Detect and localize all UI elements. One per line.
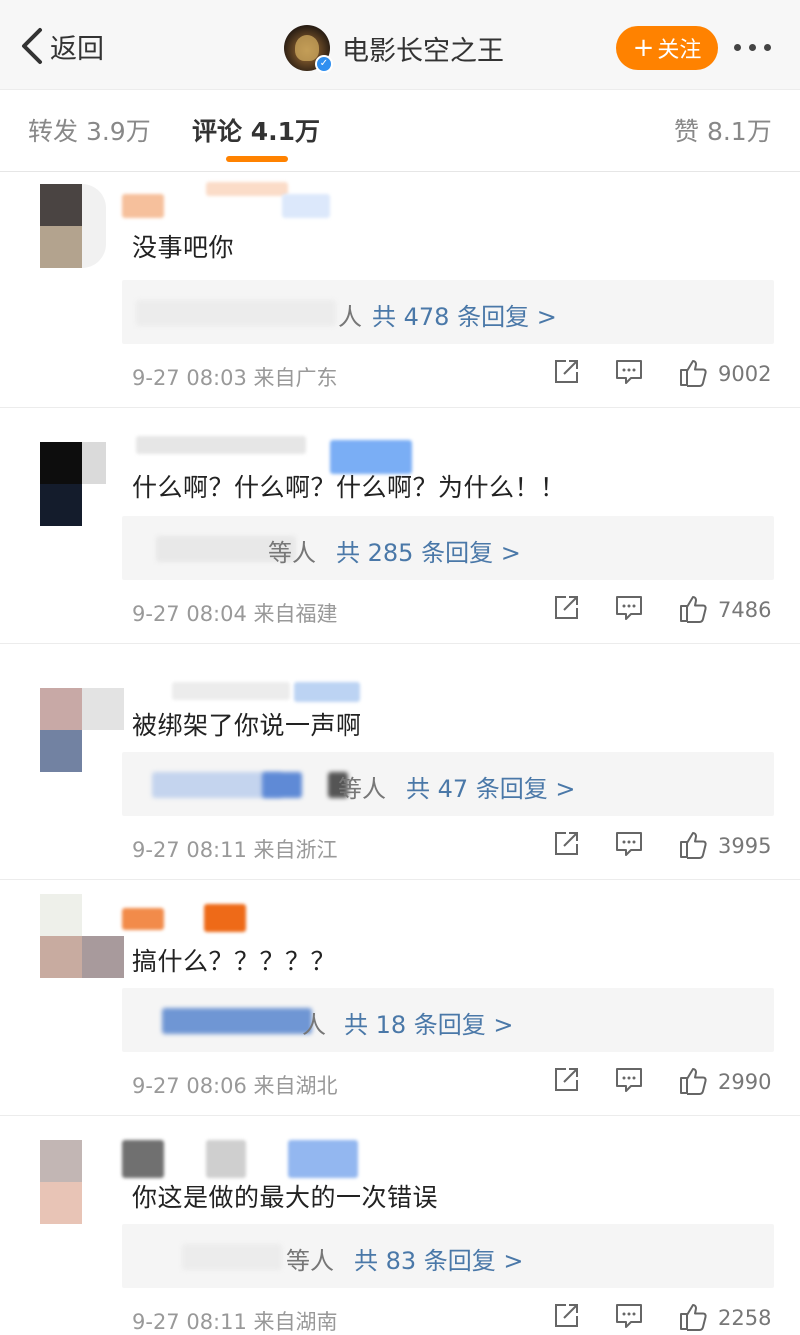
like-icon[interactable]	[678, 594, 708, 624]
reply-summary[interactable]: 等人 共 83 条回复 >	[122, 1224, 774, 1288]
active-tab-indicator	[226, 156, 288, 162]
comment-meta: 9-27 08:06 来自湖北	[132, 1070, 338, 1100]
plus-icon: +	[632, 33, 655, 63]
tab-likes[interactable]: 赞 8.1万	[674, 112, 772, 148]
comment-item: 搞什么？？？？？ 人 共 18 条回复 > 9-27 08:06 来自湖北 29…	[0, 880, 800, 1116]
like-count: 3995	[718, 834, 772, 858]
reply-summary[interactable]: 等人 共 47 条回复 >	[122, 752, 774, 816]
reply-count-link[interactable]: 共 47 条回复 >	[406, 769, 576, 804]
like-count: 9002	[718, 362, 772, 386]
comment-icon[interactable]	[614, 358, 644, 386]
reply-who: 人	[302, 1011, 326, 1039]
comment-time: 9-27 08:03	[132, 366, 247, 390]
comment-meta: 9-27 08:11 来自浙江	[132, 834, 338, 864]
share-icon[interactable]	[552, 1302, 580, 1330]
comment-meta: 9-27 08:03 来自广东	[132, 362, 338, 392]
like-count: 2990	[718, 1070, 772, 1094]
comment-time: 9-27 08:06	[132, 1074, 247, 1098]
chevron-left-icon	[22, 28, 42, 64]
comment-time: 9-27 08:11	[132, 1310, 247, 1334]
comment-time: 9-27 08:04	[132, 602, 247, 626]
comment-text: 你这是做的最大的一次错误	[132, 1183, 439, 1212]
comment-location: 来自广东	[253, 366, 338, 390]
avatar[interactable]	[40, 1128, 106, 1224]
reply-who: 等人	[338, 775, 386, 803]
top-bar: 返回 ✓ 电影长空之王 + 关注	[0, 0, 800, 90]
avatar[interactable]	[40, 892, 124, 978]
comment-icon[interactable]	[614, 830, 644, 858]
share-icon[interactable]	[552, 830, 580, 858]
share-icon[interactable]	[552, 594, 580, 622]
comment-item: 没事吧你 人 共 478 条回复 > 9-27 08:03 来自广东 9002	[0, 172, 800, 408]
reply-count-link[interactable]: 共 18 条回复 >	[344, 1005, 514, 1040]
account-avatar[interactable]: ✓	[284, 25, 333, 73]
comment-text: 什么啊？什么啊？什么啊？为什么！！	[132, 473, 566, 502]
comment-item: 你这是做的最大的一次错误 等人 共 83 条回复 > 9-27 08:11 来自…	[0, 1116, 800, 1335]
share-icon[interactable]	[552, 358, 580, 386]
comment-location: 来自浙江	[253, 838, 338, 862]
reply-count-link[interactable]: 共 478 条回复 >	[372, 297, 557, 332]
comment-item: 被绑架了你说一声啊 等人 共 47 条回复 > 9-27 08:11 来自浙江 …	[0, 644, 800, 880]
tab-reposts[interactable]: 转发 3.9万	[28, 112, 151, 148]
comment-text: 没事吧你	[132, 233, 235, 262]
username-blurred[interactable]	[122, 418, 412, 474]
tab-bar: 转发 3.9万 评论 4.1万 赞 8.1万	[0, 90, 800, 172]
avatar[interactable]	[40, 420, 106, 526]
avatar[interactable]	[40, 656, 124, 772]
reply-count-link[interactable]: 共 285 条回复 >	[336, 533, 521, 568]
reply-who: 等人	[286, 1247, 334, 1275]
comment-item: 什么啊？什么啊？什么啊？为什么！！ 等人 共 285 条回复 > 9-27 08…	[0, 408, 800, 644]
like-count: 7486	[718, 598, 772, 622]
comment-location: 来自湖北	[253, 1074, 338, 1098]
reply-who: 等人	[268, 539, 316, 567]
comment-location: 来自湖南	[253, 1310, 338, 1334]
username-blurred[interactable]	[122, 654, 402, 702]
like-icon[interactable]	[678, 358, 708, 388]
like-icon[interactable]	[678, 830, 708, 860]
comment-meta: 9-27 08:11 来自湖南	[132, 1306, 338, 1335]
share-icon[interactable]	[552, 1066, 580, 1094]
account-name[interactable]: 电影长空之王	[342, 29, 504, 68]
tab-comments[interactable]: 评论 4.1万	[192, 112, 320, 148]
comment-time: 9-27 08:11	[132, 838, 247, 862]
comment-icon[interactable]	[614, 1302, 644, 1330]
avatar-image	[295, 35, 319, 61]
reply-summary[interactable]: 人 共 478 条回复 >	[122, 280, 774, 344]
reply-summary[interactable]: 人 共 18 条回复 >	[122, 988, 774, 1052]
more-icon[interactable]	[734, 44, 771, 51]
username-blurred[interactable]	[122, 1126, 402, 1178]
reply-who: 人	[338, 303, 362, 331]
comment-icon[interactable]	[614, 1066, 644, 1094]
comment-icon[interactable]	[614, 594, 644, 622]
avatar[interactable]	[40, 184, 106, 270]
back-button[interactable]: 返回	[18, 24, 104, 68]
reply-summary[interactable]: 等人 共 285 条回复 >	[122, 516, 774, 580]
follow-button[interactable]: + 关注	[616, 26, 718, 70]
username-blurred[interactable]	[122, 890, 402, 932]
back-label: 返回	[50, 33, 104, 65]
username-blurred[interactable]	[122, 182, 402, 218]
comment-text: 搞什么？？？？？	[132, 947, 337, 976]
like-icon[interactable]	[678, 1066, 708, 1096]
like-count: 2258	[718, 1306, 772, 1330]
like-icon[interactable]	[678, 1302, 708, 1332]
comment-meta: 9-27 08:04 来自福建	[132, 598, 338, 628]
comment-text: 被绑架了你说一声啊	[132, 711, 362, 740]
follow-label: 关注	[657, 38, 702, 63]
reply-count-link[interactable]: 共 83 条回复 >	[354, 1241, 524, 1276]
comment-location: 来自福建	[253, 602, 338, 626]
account-header[interactable]: ✓ 电影长空之王	[284, 24, 504, 73]
verified-icon: ✓	[315, 55, 333, 73]
